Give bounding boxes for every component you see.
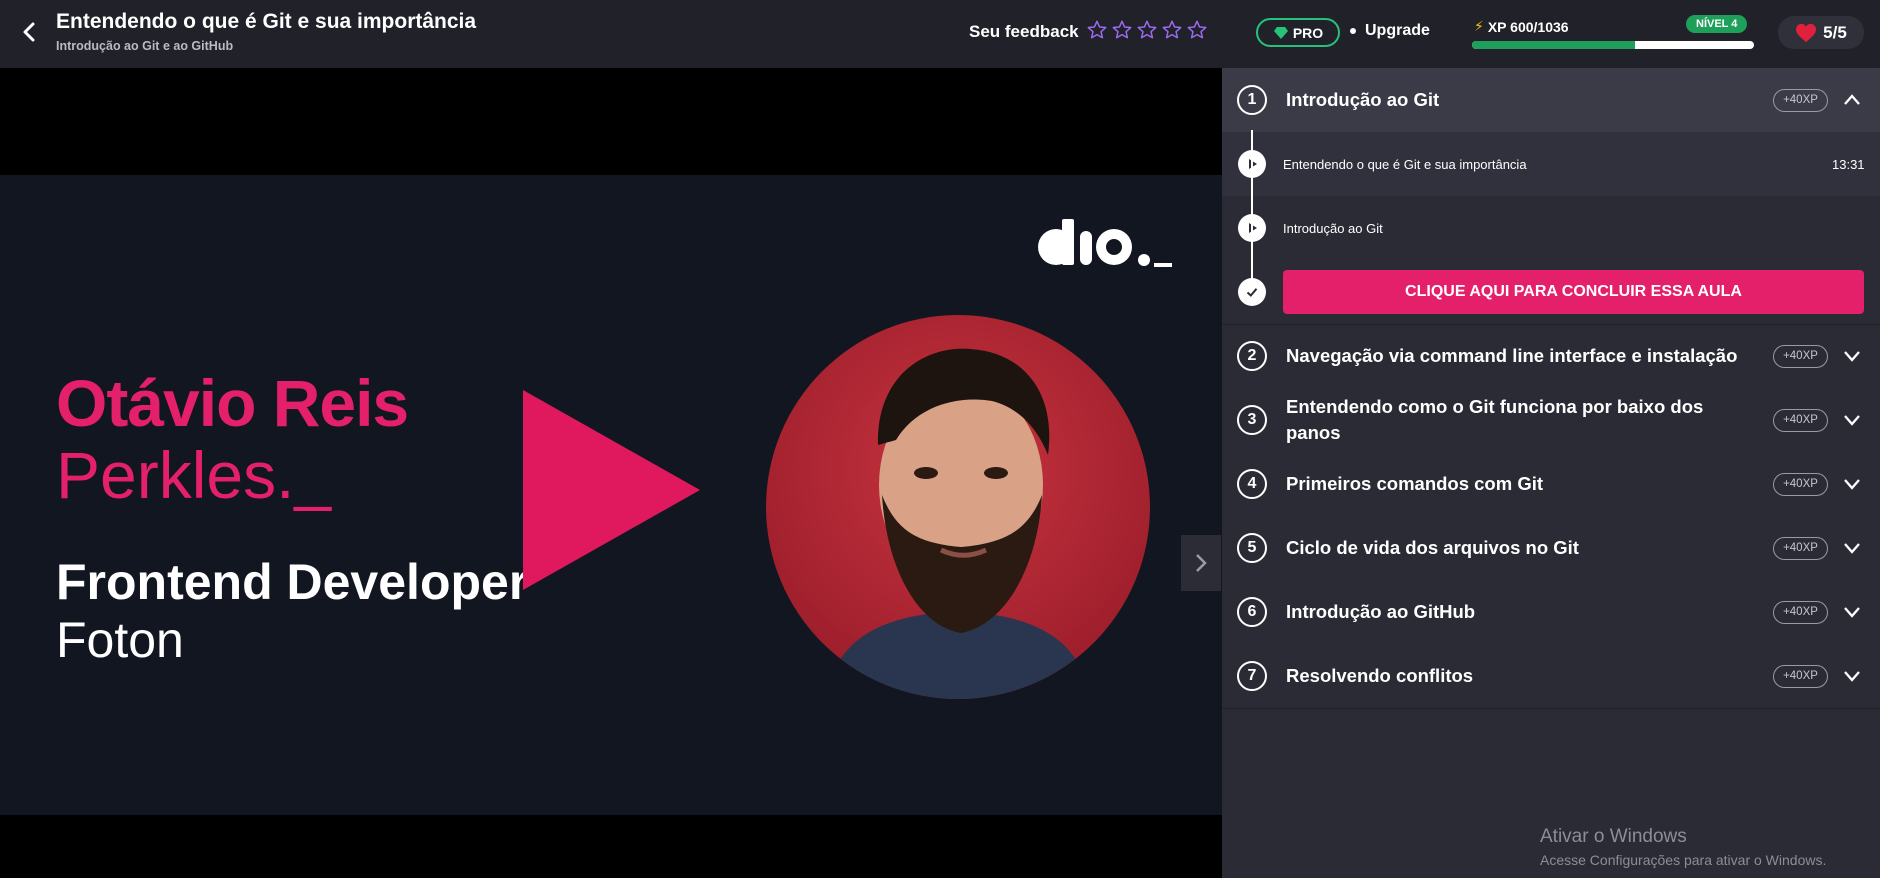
account-bar: PRO Upgrade ⚡ XP 600/1036 NÍVEL 4 5/5: [1222, 0, 1880, 68]
chevron-up-icon[interactable]: [1842, 90, 1862, 110]
module-number: 7: [1237, 661, 1267, 691]
feedback-stars: [1086, 19, 1208, 41]
module-number: 1: [1237, 85, 1267, 115]
lesson-title: Entendendo o que é Git e sua importância: [56, 10, 477, 33]
level-badge: NÍVEL 4: [1686, 15, 1748, 33]
course-sidebar: 1 Introdução ao Git +40XP Entendendo o q…: [1222, 68, 1880, 878]
chevron-down-icon[interactable]: [1842, 538, 1862, 558]
lesson-item-current[interactable]: Entendendo o que é Git e sua importância…: [1222, 132, 1880, 196]
feedback-label: Seu feedback: [969, 22, 1079, 41]
module-item-6[interactable]: 6 Introdução ao GitHub +40XP: [1222, 580, 1880, 644]
module-title: Entendendo como o Git funciona por baixo…: [1286, 396, 1704, 443]
module-title: Primeiros comandos com Git: [1286, 473, 1544, 494]
diamond-icon: [1273, 26, 1288, 39]
xp-badge: +40XP: [1773, 88, 1828, 112]
xp-label: XP 600/1036: [1487, 18, 1569, 35]
xp-badge: +40XP: [1773, 408, 1828, 432]
back-arrow-icon[interactable]: [18, 20, 42, 44]
next-lesson-button[interactable]: [1181, 535, 1221, 591]
lesson-duration: 13:31: [1832, 156, 1865, 172]
presenter-role: Frontend Developer: [56, 554, 529, 610]
conclude-lesson-button[interactable]: CLIQUE AQUI PARA CONCLUIR ESSA AULA: [1283, 270, 1864, 314]
divider: [1222, 708, 1880, 709]
lives-label: 5/5: [1823, 22, 1847, 42]
module-title: Ciclo de vida dos arquivos no Git: [1286, 537, 1579, 558]
module-item-4[interactable]: 4 Primeiros comandos com Git +40XP: [1222, 452, 1880, 516]
star-icon[interactable]: [1161, 19, 1183, 41]
xp-badge: +40XP: [1773, 472, 1828, 496]
xp-badge: +40XP: [1773, 536, 1828, 560]
xp-badge: +40XP: [1773, 664, 1828, 688]
lesson-title: Entendendo o que é Git e sua importância: [1283, 156, 1527, 172]
chevron-down-icon[interactable]: [1842, 410, 1862, 430]
module-title: Resolvendo conflitos: [1286, 665, 1474, 686]
windows-watermark-title: Ativar o Windows: [1540, 826, 1687, 847]
video-player[interactable]: Otávio Reis Perkles._ Frontend Developer…: [0, 68, 1222, 878]
module-item-7[interactable]: 7 Resolvendo conflitos +40XP: [1222, 644, 1880, 708]
star-icon[interactable]: [1186, 19, 1208, 41]
star-icon[interactable]: [1111, 19, 1133, 41]
star-icon[interactable]: [1086, 19, 1108, 41]
module-number: 3: [1237, 405, 1267, 435]
heart-icon: [1796, 23, 1817, 42]
dio-logo: [1038, 219, 1172, 267]
module-number: 5: [1237, 533, 1267, 563]
upgrade-link[interactable]: Upgrade: [1350, 22, 1430, 40]
bullet-dot: [1350, 28, 1356, 34]
module-item-3[interactable]: 3 Entendendo como o Git funciona por baix…: [1222, 388, 1880, 452]
play-icon[interactable]: [520, 390, 700, 590]
lightning-icon: ⚡: [1474, 18, 1484, 34]
chevron-down-icon[interactable]: [1842, 346, 1862, 366]
module-title: Introdução ao Git: [1286, 89, 1440, 110]
chevron-down-icon[interactable]: [1842, 602, 1862, 622]
module-number: 6: [1237, 597, 1267, 627]
conclude-row: CLIQUE AQUI PARA CONCLUIR ESSA AULA: [1222, 260, 1880, 324]
module-item-5[interactable]: 5 Ciclo de vida dos arquivos no Git +40XP: [1222, 516, 1880, 580]
xp-badge: +40XP: [1773, 344, 1828, 368]
xp-progress-bar: [1472, 41, 1754, 49]
pro-label: PRO: [1292, 24, 1324, 41]
lesson-item[interactable]: Introdução ao Git: [1222, 196, 1880, 260]
module-number: 2: [1237, 341, 1267, 371]
chevron-down-icon[interactable]: [1842, 474, 1862, 494]
xp-progress-fill: [1472, 41, 1636, 49]
upgrade-label: Upgrade: [1365, 22, 1430, 39]
xp-counter: ⚡ XP 600/1036: [1474, 18, 1569, 35]
lesson-timeline: [1251, 130, 1253, 290]
course-subtitle: Introdução ao Git e ao GitHub: [56, 39, 234, 53]
pro-badge[interactable]: PRO: [1256, 18, 1340, 47]
lives-counter: 5/5: [1778, 16, 1864, 49]
module-title: Navegação via command line interface e i…: [1286, 345, 1738, 366]
lesson-title: Introdução ao Git: [1283, 220, 1383, 236]
star-icon[interactable]: [1136, 19, 1158, 41]
windows-watermark-text: Acesse Configurações para ativar o Windo…: [1540, 852, 1827, 868]
chevron-right-icon: [1196, 554, 1207, 572]
module-item-2[interactable]: 2 Navegação via command line interface e …: [1222, 324, 1880, 388]
xp-badge: +40XP: [1773, 600, 1828, 624]
chevron-down-icon[interactable]: [1842, 666, 1862, 686]
presenter-handle: Perkles._: [56, 438, 332, 512]
module-title: Introdução ao GitHub: [1286, 601, 1476, 622]
module-number: 4: [1237, 469, 1267, 499]
presenter-avatar: [766, 315, 1150, 699]
video-thumbnail: Otávio Reis Perkles._ Frontend Developer…: [0, 175, 1222, 815]
presenter-company: Foton: [56, 612, 184, 668]
presenter-name: Otávio Reis: [56, 366, 409, 440]
module-item-1[interactable]: 1 Introdução ao Git +40XP: [1222, 68, 1880, 132]
